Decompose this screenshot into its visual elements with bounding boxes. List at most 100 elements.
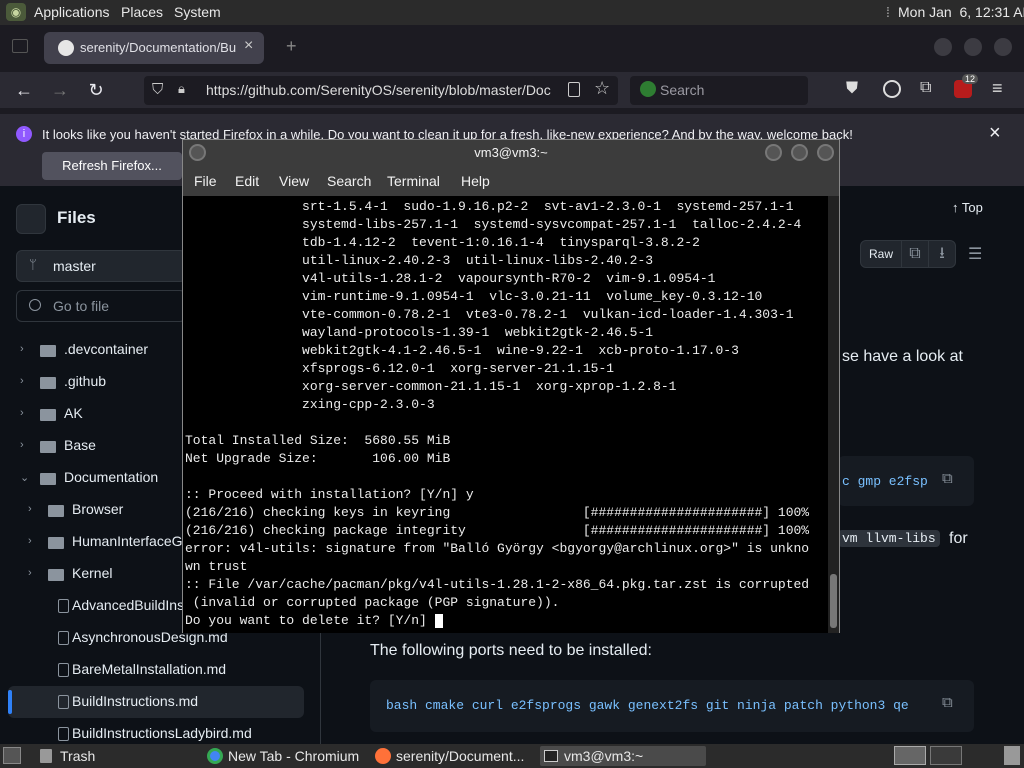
terminal-line: xorg-server-common-21.1.15-1 xorg-xprop-…: [185, 379, 677, 394]
bookmark-star-icon[interactable]: ☆: [594, 78, 610, 99]
terminal-window[interactable]: vm3@vm3:~ File Edit View Search Terminal…: [182, 139, 840, 633]
forward-icon[interactable]: →: [46, 76, 74, 104]
terminal-menu-terminal[interactable]: Terminal: [387, 173, 440, 189]
terminal-line: webkit2gtk-4.1-2.46.5-1 wine-9.22-1 xcb-…: [185, 343, 739, 358]
body-text-fragment-2: for: [949, 530, 968, 547]
file-tree-item[interactable]: BareMetalInstallation.md: [0, 654, 320, 686]
terminal-close-icon[interactable]: [817, 144, 834, 161]
outline-icon[interactable]: ☰: [968, 244, 982, 264]
file-tree-item[interactable]: BuildInstructions.md: [8, 686, 304, 718]
terminal-menu-search[interactable]: Search: [327, 173, 371, 189]
pocket-icon[interactable]: ⛊: [846, 80, 858, 98]
terminal-line: :: File /var/cache/pacman/pkg/v4l-utils-…: [185, 577, 810, 592]
folder-icon: [40, 377, 56, 389]
chevron-right-icon[interactable]: ›: [28, 567, 32, 579]
chevron-right-icon[interactable]: ›: [20, 375, 24, 387]
terminal-output[interactable]: srt-1.5.4-1 sudo-1.9.16.p2-2 svt-av1-2.3…: [183, 196, 828, 633]
ports-heading: The following ports need to be installed…: [370, 642, 652, 659]
taskbar-trash[interactable]: Trash: [36, 746, 196, 766]
distro-logo-icon[interactable]: ◉: [6, 3, 26, 21]
terminal-maximize-icon[interactable]: [791, 144, 808, 161]
raw-button[interactable]: Raw: [860, 240, 902, 268]
go-to-file-input[interactable]: Go to file: [16, 290, 186, 322]
tab-title: serenity/Documentation/Bu: [80, 40, 237, 55]
file-tree-label: BareMetalInstallation.md: [72, 661, 227, 677]
browser-tab[interactable]: serenity/Documentation/Bu ×: [44, 32, 264, 64]
terminal-line: vim-runtime-9.1.0954-1 vlc-3.0.21-11 vol…: [185, 289, 763, 304]
minimize-window-icon[interactable]: [934, 38, 952, 56]
hamburger-menu-icon[interactable]: ≡: [992, 78, 1003, 99]
menu-places[interactable]: Places: [121, 4, 163, 20]
taskbar-label: serenity/Document...: [396, 748, 525, 764]
collapse-sidebar-icon[interactable]: [16, 204, 46, 234]
url-bar[interactable]: ⛉ 🔒︎ https://github.com/SerenityOS/seren…: [144, 76, 618, 105]
terminal-menu-view[interactable]: View: [279, 173, 309, 189]
chevron-right-icon[interactable]: ›: [28, 535, 32, 547]
terminal-line: :: Proceed with installation? [Y/n] y: [185, 487, 474, 502]
terminal-line: vte-common-0.78.2-1 vte3-0.78.2-1 vulkan…: [185, 307, 794, 322]
terminal-line: (216/216) checking package integrity [##…: [185, 523, 810, 538]
terminal-line: (216/216) checking keys in keyring [####…: [185, 505, 810, 520]
workspace-switcher-1[interactable]: [894, 746, 926, 765]
tab-overview-icon[interactable]: [12, 39, 28, 53]
back-icon[interactable]: ←: [10, 76, 38, 104]
search-engine-icon: [640, 81, 656, 97]
terminal-minimize-icon[interactable]: [765, 144, 782, 161]
download-icon[interactable]: ⭳: [928, 240, 956, 268]
taskbar-firefox[interactable]: serenity/Document...: [372, 746, 532, 766]
workspace-switcher-2[interactable]: [930, 746, 962, 765]
copy-raw-icon[interactable]: ⧉: [901, 240, 929, 268]
terminal-menu-help[interactable]: Help: [461, 173, 490, 189]
terminal-titlebar[interactable]: vm3@vm3:~: [183, 140, 839, 166]
terminal-menu-button-icon[interactable]: [189, 144, 206, 161]
terminal-cursor: [434, 614, 443, 628]
taskbar-terminal[interactable]: vm3@vm3:~: [540, 746, 706, 766]
file-tree-label: BuildInstructions.md: [72, 693, 199, 709]
new-tab-icon[interactable]: +: [286, 36, 297, 57]
menu-applications[interactable]: Applications: [34, 4, 110, 20]
ports-code-block: bash cmake curl e2fsprogs gawk genext2fs…: [370, 680, 974, 732]
terminal-line: Total Installed Size: 5680.55 MiB: [185, 433, 451, 448]
extensions-icon[interactable]: ⧉: [920, 79, 931, 97]
terminal-menu-edit[interactable]: Edit: [235, 173, 259, 189]
chevron-down-icon[interactable]: ⌄: [20, 471, 29, 484]
maximize-window-icon[interactable]: [964, 38, 982, 56]
branch-icon: ᛘ: [29, 257, 37, 272]
terminal-menu-file[interactable]: File: [194, 173, 217, 189]
top-link[interactable]: ↑ Top: [952, 200, 983, 215]
copy-icon[interactable]: ⧉: [942, 694, 953, 712]
show-desktop-icon[interactable]: [3, 747, 21, 764]
clock[interactable]: Mon Jan 6, 12:31 AM: [898, 4, 1024, 20]
taskbar-chromium[interactable]: New Tab - Chromium: [204, 746, 364, 766]
body-text-fragment: se have a look at: [842, 348, 963, 365]
tab-close-icon[interactable]: ×: [244, 37, 253, 55]
reload-icon[interactable]: ↻: [82, 76, 110, 104]
shield-icon[interactable]: ⛉: [152, 81, 163, 98]
url-text[interactable]: https://github.com/SerenityOS/serenity/b…: [206, 82, 558, 98]
terminal-line: Do you want to delete it? [Y/n]: [185, 613, 435, 628]
notification-close-icon[interactable]: ×: [989, 122, 1001, 145]
close-window-icon[interactable]: [994, 38, 1012, 56]
trash-applet-icon[interactable]: [1004, 746, 1020, 765]
chevron-right-icon[interactable]: ›: [20, 343, 24, 355]
menu-system[interactable]: System: [174, 4, 221, 20]
reader-view-icon[interactable]: [568, 82, 580, 97]
chevron-right-icon[interactable]: ›: [20, 407, 24, 419]
terminal-scrollbar[interactable]: [828, 196, 839, 633]
refresh-firefox-button[interactable]: Refresh Firefox...: [42, 152, 182, 180]
account-icon[interactable]: [883, 80, 901, 98]
search-bar[interactable]: Search: [630, 76, 808, 105]
panel-separator-icon: ⁞: [886, 4, 890, 20]
folder-icon: [40, 441, 56, 453]
selected-indicator: [8, 690, 12, 714]
chevron-right-icon[interactable]: ›: [20, 439, 24, 451]
inline-code: vm llvm-libs: [838, 530, 940, 547]
chevron-right-icon[interactable]: ›: [28, 503, 32, 515]
file-icon: [58, 663, 69, 677]
branch-selector[interactable]: ᛘ master: [16, 250, 186, 282]
terminal-scroll-thumb[interactable]: [830, 574, 837, 628]
terminal-icon: [544, 750, 558, 762]
copy-icon[interactable]: ⧉: [942, 470, 953, 488]
lock-icon[interactable]: 🔒︎: [178, 81, 185, 97]
